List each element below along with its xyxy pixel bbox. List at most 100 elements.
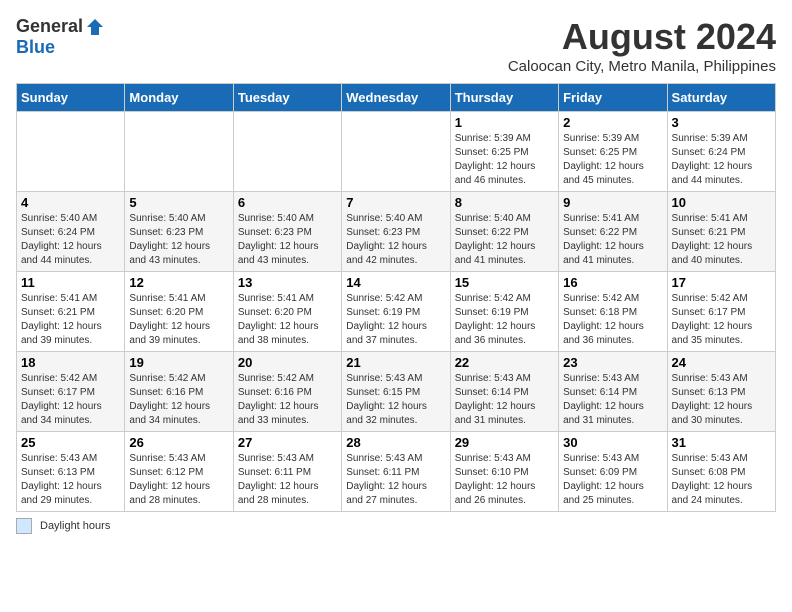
calendar-cell: 27 Sunrise: 5:43 AM Sunset: 6:11 PM Dayli… (233, 432, 341, 512)
day-info: Sunrise: 5:42 AM Sunset: 6:18 PM Dayligh… (563, 292, 662, 348)
day-number: 4 (21, 195, 120, 210)
calendar-cell: 16 Sunrise: 5:42 AM Sunset: 6:18 PM Dayli… (559, 272, 667, 352)
day-info: Sunrise: 5:41 AM Sunset: 6:21 PM Dayligh… (21, 292, 120, 348)
calendar-cell: 2 Sunrise: 5:39 AM Sunset: 6:25 PM Daylig… (559, 112, 667, 192)
calendar-week-row: 1 Sunrise: 5:39 AM Sunset: 6:25 PM Daylig… (17, 112, 776, 192)
calendar-cell: 9 Sunrise: 5:41 AM Sunset: 6:22 PM Daylig… (559, 192, 667, 272)
calendar-cell: 18 Sunrise: 5:42 AM Sunset: 6:17 PM Dayli… (17, 352, 125, 432)
calendar-cell: 5 Sunrise: 5:40 AM Sunset: 6:23 PM Daylig… (125, 192, 233, 272)
footer: Daylight hours (16, 518, 776, 534)
day-info: Sunrise: 5:42 AM Sunset: 6:19 PM Dayligh… (346, 292, 445, 348)
logo-icon (85, 17, 105, 37)
calendar-cell: 19 Sunrise: 5:42 AM Sunset: 6:16 PM Dayli… (125, 352, 233, 432)
day-number: 30 (563, 435, 662, 450)
calendar-cell: 29Sunrise: 5:43 AM Sunset: 6:10 PM Dayli… (450, 432, 558, 512)
calendar-cell (125, 112, 233, 192)
day-info: Sunrise: 5:43 AM Sunset: 6:11 PM Dayligh… (238, 452, 337, 508)
day-info: Sunrise: 5:43 AM Sunset: 6:14 PM Dayligh… (455, 372, 554, 428)
calendar-day-header-thursday: Thursday (450, 84, 558, 112)
day-info: Sunrise: 5:42 AM Sunset: 6:17 PM Dayligh… (21, 372, 120, 428)
calendar-cell (17, 112, 125, 192)
day-info: Sunrise: 5:43 AM Sunset: 6:14 PM Dayligh… (563, 372, 662, 428)
calendar-cell: 23 Sunrise: 5:43 AM Sunset: 6:14 PM Dayli… (559, 352, 667, 432)
day-number: 5 (129, 195, 228, 210)
calendar-day-header-monday: Monday (125, 84, 233, 112)
day-number: 11 (21, 275, 120, 290)
day-number: 18 (21, 355, 120, 370)
subtitle: Caloocan City, Metro Manila, Philippines (508, 58, 776, 75)
day-number: 22 (455, 355, 554, 370)
day-info: Sunrise: 5:43 AM Sunset: 6:13 PM Dayligh… (21, 452, 120, 508)
day-number: 1 (455, 115, 554, 130)
day-number: 2 (563, 115, 662, 130)
calendar-cell: 17 Sunrise: 5:42 AM Sunset: 6:17 PM Dayli… (667, 272, 775, 352)
calendar-cell: 24 Sunrise: 5:43 AM Sunset: 6:13 PM Dayli… (667, 352, 775, 432)
day-number: 3 (672, 115, 771, 130)
day-info: Sunrise: 5:43 AM Sunset: 6:11 PM Dayligh… (346, 452, 445, 508)
calendar-cell: 26Sunrise: 5:43 AM Sunset: 6:12 PM Dayli… (125, 432, 233, 512)
day-number: 13 (238, 275, 337, 290)
day-info: Sunrise: 5:41 AM Sunset: 6:20 PM Dayligh… (238, 292, 337, 348)
calendar-day-header-sunday: Sunday (17, 84, 125, 112)
calendar-day-header-wednesday: Wednesday (342, 84, 450, 112)
footer-color-box (16, 518, 32, 534)
day-info: Sunrise: 5:40 AM Sunset: 6:22 PM Dayligh… (455, 212, 554, 268)
day-number: 19 (129, 355, 228, 370)
calendar-cell: 12Sunrise: 5:41 AM Sunset: 6:20 PM Dayli… (125, 272, 233, 352)
calendar-cell: 11 Sunrise: 5:41 AM Sunset: 6:21 PM Dayli… (17, 272, 125, 352)
calendar-cell: 15Sunrise: 5:42 AM Sunset: 6:19 PM Dayli… (450, 272, 558, 352)
calendar-cell: 4Sunrise: 5:40 AM Sunset: 6:24 PM Daylig… (17, 192, 125, 272)
calendar-week-row: 11 Sunrise: 5:41 AM Sunset: 6:21 PM Dayli… (17, 272, 776, 352)
logo-blue-text: Blue (16, 37, 55, 58)
calendar-cell: 21 Sunrise: 5:43 AM Sunset: 6:15 PM Dayli… (342, 352, 450, 432)
day-number: 25 (21, 435, 120, 450)
footer-label: Daylight hours (40, 520, 110, 532)
calendar-header-row: SundayMondayTuesdayWednesdayThursdayFrid… (17, 84, 776, 112)
day-info: Sunrise: 5:39 AM Sunset: 6:25 PM Dayligh… (563, 132, 662, 188)
day-info: Sunrise: 5:42 AM Sunset: 6:16 PM Dayligh… (129, 372, 228, 428)
day-info: Sunrise: 5:40 AM Sunset: 6:23 PM Dayligh… (238, 212, 337, 268)
day-info: Sunrise: 5:42 AM Sunset: 6:16 PM Dayligh… (238, 372, 337, 428)
calendar-cell: 6Sunrise: 5:40 AM Sunset: 6:23 PM Daylig… (233, 192, 341, 272)
day-number: 9 (563, 195, 662, 210)
day-info: Sunrise: 5:42 AM Sunset: 6:17 PM Dayligh… (672, 292, 771, 348)
day-number: 12 (129, 275, 228, 290)
day-info: Sunrise: 5:43 AM Sunset: 6:08 PM Dayligh… (672, 452, 771, 508)
day-info: Sunrise: 5:40 AM Sunset: 6:23 PM Dayligh… (129, 212, 228, 268)
month-title: August 2024 (508, 16, 776, 58)
logo-general-text: General (16, 16, 83, 37)
calendar-week-row: 18 Sunrise: 5:42 AM Sunset: 6:17 PM Dayli… (17, 352, 776, 432)
day-number: 20 (238, 355, 337, 370)
day-info: Sunrise: 5:41 AM Sunset: 6:21 PM Dayligh… (672, 212, 771, 268)
logo: General Blue (16, 16, 105, 58)
calendar-cell: 28 Sunrise: 5:43 AM Sunset: 6:11 PM Dayli… (342, 432, 450, 512)
calendar-cell (233, 112, 341, 192)
calendar-table: SundayMondayTuesdayWednesdayThursdayFrid… (16, 83, 776, 512)
day-number: 21 (346, 355, 445, 370)
page-header: General Blue August 2024 Caloocan City, … (16, 16, 776, 75)
day-info: Sunrise: 5:43 AM Sunset: 6:13 PM Dayligh… (672, 372, 771, 428)
calendar-cell: 30Sunrise: 5:43 AM Sunset: 6:09 PM Dayli… (559, 432, 667, 512)
day-number: 17 (672, 275, 771, 290)
title-area: August 2024 Caloocan City, Metro Manila,… (508, 16, 776, 75)
day-number: 24 (672, 355, 771, 370)
day-info: Sunrise: 5:39 AM Sunset: 6:25 PM Dayligh… (455, 132, 554, 188)
day-number: 31 (672, 435, 771, 450)
calendar-cell: 22 Sunrise: 5:43 AM Sunset: 6:14 PM Dayli… (450, 352, 558, 432)
day-number: 15 (455, 275, 554, 290)
day-number: 23 (563, 355, 662, 370)
calendar-cell: 3Sunrise: 5:39 AM Sunset: 6:24 PM Daylig… (667, 112, 775, 192)
day-info: Sunrise: 5:40 AM Sunset: 6:23 PM Dayligh… (346, 212, 445, 268)
day-info: Sunrise: 5:41 AM Sunset: 6:22 PM Dayligh… (563, 212, 662, 268)
day-number: 27 (238, 435, 337, 450)
day-info: Sunrise: 5:43 AM Sunset: 6:15 PM Dayligh… (346, 372, 445, 428)
calendar-week-row: 4Sunrise: 5:40 AM Sunset: 6:24 PM Daylig… (17, 192, 776, 272)
day-number: 7 (346, 195, 445, 210)
calendar-day-header-saturday: Saturday (667, 84, 775, 112)
day-number: 16 (563, 275, 662, 290)
day-number: 10 (672, 195, 771, 210)
day-number: 28 (346, 435, 445, 450)
calendar-day-header-tuesday: Tuesday (233, 84, 341, 112)
calendar-cell: 20 Sunrise: 5:42 AM Sunset: 6:16 PM Dayli… (233, 352, 341, 432)
calendar-cell: 31 Sunrise: 5:43 AM Sunset: 6:08 PM Dayli… (667, 432, 775, 512)
